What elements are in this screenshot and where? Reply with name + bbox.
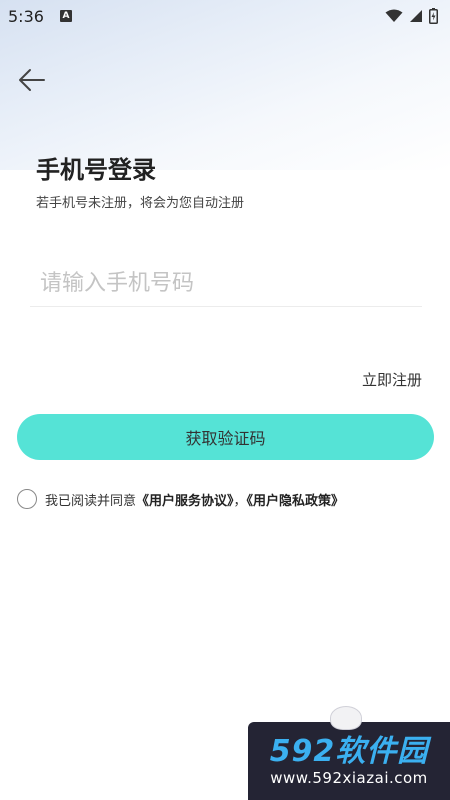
privacy-policy-link[interactable]: 《用户隐私政策》 <box>247 494 345 509</box>
watermark-mascot-icon <box>330 706 362 730</box>
status-time: 5:36 <box>8 6 44 26</box>
agreement-separator: ， <box>233 493 247 509</box>
arrow-left-icon <box>19 69 45 91</box>
wifi-icon <box>385 9 403 22</box>
status-bar-right <box>385 8 438 24</box>
page-title: 手机号登录 <box>36 156 156 184</box>
battery-icon <box>429 8 438 24</box>
agreement-row: 我已阅读并同意《用户服务协议》，《用户隐私政策》 <box>17 489 344 509</box>
page-subtitle: 若手机号未注册，将会为您自动注册 <box>36 196 245 211</box>
back-button[interactable] <box>12 62 52 98</box>
user-agreement-link[interactable]: 《用户服务协议》 <box>136 494 234 509</box>
get-verification-code-button[interactable]: 获取验证码 <box>17 414 434 460</box>
notification-icon: A <box>59 10 72 22</box>
status-bar-left: 5:36 A <box>8 7 72 26</box>
watermark-banner: 592软件园 www.592xiazai.com <box>248 722 450 800</box>
watermark-url: www.592xiazai.com <box>270 769 428 787</box>
phone-input-container <box>30 260 422 307</box>
status-bar: 5:36 A <box>0 0 450 32</box>
agreement-checkbox[interactable] <box>17 489 37 509</box>
signal-icon <box>410 10 422 22</box>
watermark-logo: 592软件园 <box>269 734 429 769</box>
register-link[interactable]: 立即注册 <box>362 369 422 390</box>
phone-input[interactable] <box>30 260 422 306</box>
agreement-text: 我已阅读并同意《用户服务协议》，《用户隐私政策》 <box>45 490 344 509</box>
agreement-prefix: 我已阅读并同意 <box>45 493 137 509</box>
